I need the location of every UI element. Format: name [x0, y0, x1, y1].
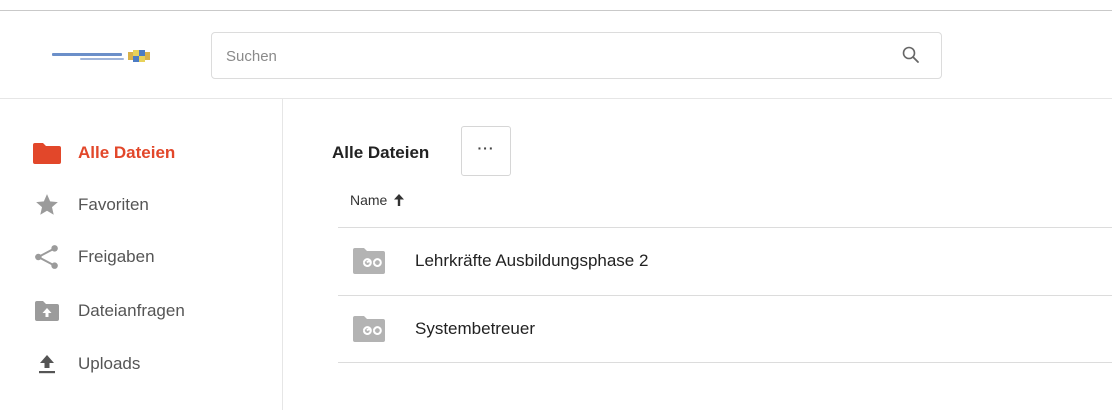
search-box[interactable] — [211, 32, 942, 79]
folder-icon — [32, 138, 62, 168]
page-title: Alle Dateien — [332, 143, 430, 162]
sidebar-item-uploads[interactable]: Uploads — [32, 348, 272, 380]
sort-ascending-icon[interactable] — [393, 193, 405, 207]
table-row[interactable]: Lehrkräfte Ausbildungsphase 2 — [338, 227, 1112, 295]
sidebar: Alle Dateien Favoriten Freigaben Dateian… — [0, 99, 283, 410]
sidebar-item-alle-dateien[interactable]: Alle Dateien — [32, 137, 272, 169]
share-icon — [32, 242, 62, 272]
table-row[interactable]: Systembetreuer — [338, 295, 1112, 363]
more-options-button[interactable]: ··· — [461, 126, 511, 176]
sidebar-item-label: Freigaben — [78, 247, 155, 266]
column-header-name[interactable]: Name — [350, 192, 405, 208]
search-input[interactable] — [226, 43, 876, 69]
sidebar-item-label: Favoriten — [78, 195, 149, 214]
more-icon: ··· — [477, 140, 495, 156]
coat-of-arms-icon — [128, 50, 150, 62]
search-icon[interactable] — [901, 45, 921, 65]
upload-icon — [32, 349, 62, 379]
sidebar-item-label: Alle Dateien — [78, 143, 176, 162]
column-header-label: Name — [350, 192, 388, 208]
logo-text-line — [52, 53, 122, 56]
sidebar-item-dateianfragen[interactable]: Dateianfragen — [32, 295, 272, 327]
sidebar-item-favoriten[interactable]: Favoriten — [32, 189, 272, 221]
file-name[interactable]: Lehrkräfte Ausbildungsphase 2 — [415, 251, 648, 271]
shared-folder-icon — [353, 316, 385, 342]
logo-text-line — [80, 58, 124, 60]
file-name[interactable]: Systembetreuer — [415, 319, 535, 339]
shared-folder-icon — [353, 248, 385, 274]
folder-upload-icon — [32, 296, 62, 326]
sidebar-item-freigaben[interactable]: Freigaben — [32, 241, 272, 273]
star-icon — [32, 190, 62, 220]
header — [0, 11, 1112, 99]
logo[interactable] — [52, 50, 156, 63]
sidebar-item-label: Dateianfragen — [78, 301, 185, 320]
main-content: Alle Dateien ··· Name Lehrkräfte Ausbild… — [284, 99, 1112, 410]
sidebar-item-label: Uploads — [78, 354, 141, 373]
